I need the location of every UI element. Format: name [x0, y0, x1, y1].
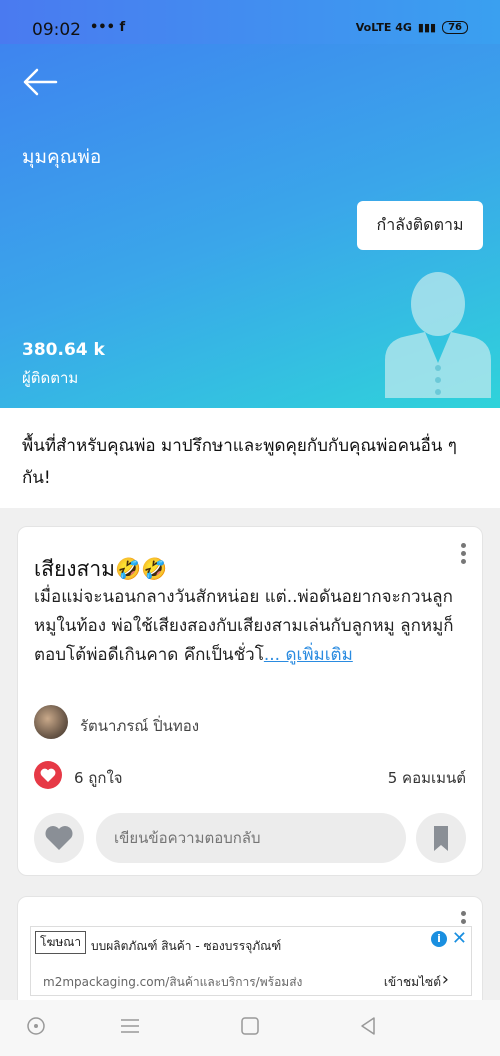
see-more-link[interactable]: ... ดูเพิ่มเติม	[264, 645, 353, 665]
group-description: พื้นที่สำหรับคุณพ่อ มาปรึกษาและพูดคุยกับ…	[0, 408, 500, 508]
status-time: 09:02	[32, 20, 81, 40]
group-avatar-icon	[385, 272, 491, 398]
close-icon[interactable]: ✕	[452, 928, 467, 949]
recent-apps-icon[interactable]	[118, 1014, 142, 1038]
post-card[interactable]: เสียงสาม🤣🤣 เมื่อแม่จะนอนกลางวันสักหน่อย …	[17, 526, 483, 876]
bookmark-icon[interactable]	[416, 813, 466, 863]
back-icon[interactable]	[356, 1014, 380, 1038]
post-title[interactable]: เสียงสาม🤣🤣	[34, 553, 167, 586]
page-title: มุมคุณพ่อ	[22, 146, 102, 168]
description-text: พื้นที่สำหรับคุณพ่อ มาปรึกษาและพูดคุยกับ…	[22, 436, 457, 488]
post-body[interactable]: เมื่อแม่จะนอนกลางวันสักหน่อย แต่..พ่อดัน…	[34, 583, 474, 670]
like-count: 6 ถูกใจ	[74, 769, 123, 787]
more-options-icon[interactable]	[458, 543, 468, 569]
notification-icons: ••• f	[90, 20, 126, 35]
chevron-right-icon[interactable]: ›	[442, 969, 449, 990]
status-bar: 09:02 ••• f VoLTE 4G ▮▮▮ 76	[0, 0, 500, 44]
home-icon[interactable]	[238, 1014, 262, 1038]
ad-badge: โฆษณา	[35, 931, 87, 954]
battery-icon: 76	[442, 21, 468, 34]
comment-count[interactable]: 5 คอมเมนต์	[388, 766, 466, 790]
nav-assist-icon[interactable]	[24, 1014, 48, 1038]
author-avatar[interactable]	[34, 705, 68, 739]
system-navigation-bar	[0, 1000, 500, 1056]
like-count-icon	[34, 761, 62, 789]
visit-site-link[interactable]: เข้าชมไซต์	[384, 973, 441, 992]
following-button[interactable]: กำลังติดตาม	[357, 201, 483, 250]
info-icon[interactable]: i	[431, 931, 447, 947]
followers-label: ผู้ติดตาม	[22, 369, 79, 387]
author-name[interactable]: รัตนาภรณ์ ปิ่นทอง	[80, 714, 199, 738]
signal-icon: ▮▮▮	[417, 21, 437, 34]
post-body-text: เมื่อแม่จะนอนกลางวันสักหน่อย แต่..พ่อดัน…	[34, 587, 454, 665]
heart-icon[interactable]	[34, 813, 84, 863]
ad-title[interactable]: บบผลิตภัณฑ์ สินค้า - ซองบรรจุภัณฑ์	[91, 937, 281, 956]
network-icon: VoLTE 4G	[355, 21, 412, 34]
ad-url[interactable]: m2mpackaging.com/สินค้าและบริการ/พร้อมส่…	[43, 973, 302, 992]
followers-count: 380.64 k	[22, 340, 105, 360]
status-right: VoLTE 4G ▮▮▮ 76	[356, 21, 468, 34]
back-arrow-icon[interactable]	[22, 66, 58, 98]
ad-banner[interactable]: โฆษณา บบผลิตภัณฑ์ สินค้า - ซองบรรจุภัณฑ์…	[30, 926, 472, 996]
reply-input[interactable]	[96, 813, 406, 863]
